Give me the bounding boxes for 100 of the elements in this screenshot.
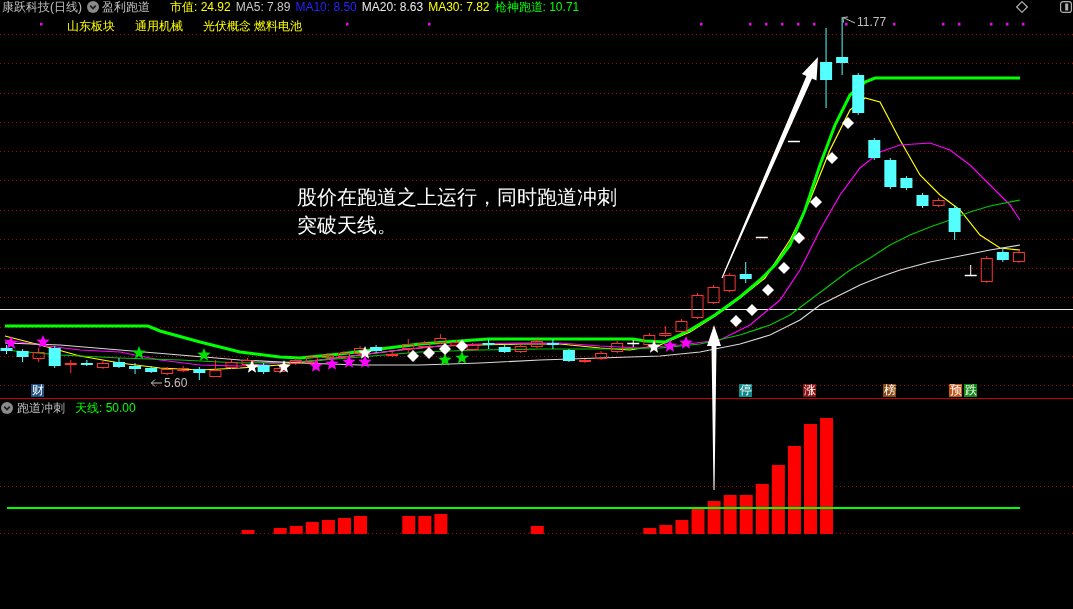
indicator-bar bbox=[402, 516, 416, 534]
leader-arrow bbox=[842, 16, 856, 24]
star-icon bbox=[277, 360, 291, 373]
sector-label: 通用机械 bbox=[135, 17, 183, 35]
candlestick bbox=[113, 357, 125, 369]
candlestick bbox=[1012, 249, 1025, 264]
indicator-bar bbox=[707, 501, 721, 534]
indicator-reading: MA5: 7.89 bbox=[235, 0, 291, 14]
diamond-icon bbox=[810, 196, 822, 208]
candlestick bbox=[354, 345, 367, 356]
chevron-icon[interactable] bbox=[1, 402, 13, 414]
candlestick bbox=[755, 236, 769, 239]
star-icon bbox=[4, 336, 18, 349]
candlestick bbox=[498, 344, 511, 354]
star-icon bbox=[358, 355, 372, 368]
candlestick bbox=[289, 357, 302, 366]
candlestick bbox=[450, 339, 463, 348]
indicator-bar bbox=[289, 526, 303, 534]
candlestick bbox=[337, 350, 350, 359]
sector-label: 光伏概念 燃料电池 bbox=[203, 17, 303, 35]
candlestick bbox=[402, 338, 415, 354]
formula-name: 盈利跑道 bbox=[102, 0, 150, 14]
price-label: 11.77 bbox=[857, 16, 887, 29]
candlestick bbox=[884, 157, 897, 190]
indicator-bar bbox=[530, 526, 544, 534]
star-icon bbox=[455, 351, 469, 364]
candlestick bbox=[611, 340, 624, 354]
candlestick bbox=[16, 348, 29, 363]
candlestick bbox=[0, 344, 13, 355]
star-icon bbox=[36, 335, 50, 348]
candlestick bbox=[996, 248, 1009, 263]
chevron-icon[interactable] bbox=[87, 1, 99, 13]
diamond-icon bbox=[730, 315, 742, 327]
indicator-reading: MA30: 7.82 bbox=[428, 0, 490, 14]
candlestick bbox=[932, 197, 945, 208]
indicator-bar bbox=[675, 520, 689, 534]
indicator-reading: 市值: 24.92 bbox=[170, 0, 231, 14]
star-icon bbox=[438, 353, 452, 366]
indicator-bar bbox=[755, 484, 769, 534]
candlestick bbox=[739, 261, 752, 284]
candlestick bbox=[723, 272, 736, 293]
candlestick bbox=[514, 343, 527, 354]
candlestick bbox=[787, 140, 801, 143]
indicator-bar bbox=[354, 516, 368, 534]
indicator-bar bbox=[305, 522, 319, 534]
indicator-bar bbox=[241, 530, 255, 534]
candlestick bbox=[562, 348, 575, 363]
candlestick bbox=[579, 358, 591, 364]
candlestick bbox=[675, 318, 688, 334]
indicator-bar bbox=[643, 528, 657, 534]
star-icon bbox=[679, 336, 693, 349]
annotation-text: 股价在跑道之上运行，同时跑道冲刺突破天线。 bbox=[297, 185, 618, 238]
indicator-bar bbox=[434, 514, 448, 534]
indicator-reading: 枪神跑道: 10.71 bbox=[494, 0, 580, 14]
candlestick bbox=[916, 192, 929, 209]
candlestick bbox=[370, 344, 383, 354]
star-icon bbox=[342, 355, 356, 368]
star-icon bbox=[325, 357, 339, 370]
indicator-bar bbox=[418, 516, 432, 534]
indicator-bar bbox=[659, 525, 673, 534]
signal-badge: 预 bbox=[949, 384, 962, 397]
threshold-reading: 天线: 50.00 bbox=[75, 399, 136, 417]
indicator-bar bbox=[771, 465, 785, 534]
diamond-icon bbox=[407, 350, 419, 362]
candlestick bbox=[225, 359, 238, 370]
candlestick bbox=[963, 264, 978, 277]
indicator-bar bbox=[723, 495, 737, 534]
diamond-icon bbox=[456, 340, 468, 352]
leader-arrow bbox=[150, 379, 163, 387]
indicator-bar bbox=[739, 495, 753, 534]
candlestick bbox=[434, 333, 447, 345]
toggle-icon[interactable] bbox=[1060, 1, 1072, 13]
candlestick bbox=[145, 365, 158, 374]
diamond-outline-icon[interactable] bbox=[1016, 1, 1028, 13]
candlestick bbox=[80, 359, 93, 367]
diamond-icon bbox=[793, 232, 805, 244]
candlestick bbox=[161, 366, 174, 376]
candlestick bbox=[305, 354, 318, 365]
diamond-icon bbox=[746, 304, 758, 316]
candlestick bbox=[64, 359, 77, 374]
signal-badge: 涨 bbox=[803, 384, 816, 397]
diamond-icon bbox=[439, 343, 451, 355]
candlestick bbox=[386, 351, 399, 358]
candlestick bbox=[321, 352, 334, 360]
candlestick bbox=[96, 360, 109, 370]
price-label: 5.60 bbox=[164, 377, 188, 390]
candlestick bbox=[257, 362, 270, 375]
indicator-bar bbox=[321, 520, 335, 534]
candlestick bbox=[129, 362, 142, 375]
indicator-bar bbox=[273, 528, 287, 534]
star-icon bbox=[132, 346, 146, 359]
indicator-bar bbox=[337, 518, 351, 534]
indicator-reading: MA10: 8.50 bbox=[295, 0, 357, 14]
indicator-bar bbox=[691, 509, 705, 534]
candlestick bbox=[900, 175, 913, 191]
candlestick bbox=[626, 339, 640, 348]
candlestick bbox=[659, 325, 672, 338]
candlestick bbox=[177, 365, 190, 373]
diamond-icon bbox=[842, 117, 854, 129]
signal-badge: 停 bbox=[739, 384, 752, 397]
